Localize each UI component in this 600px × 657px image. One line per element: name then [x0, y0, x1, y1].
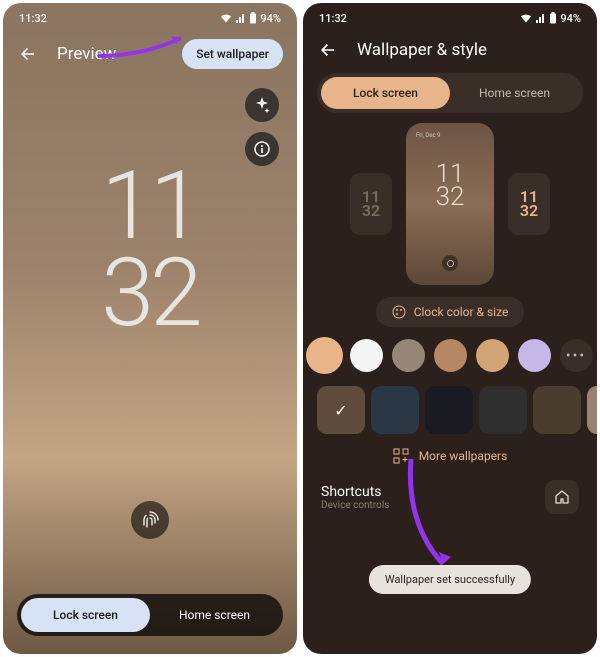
status-bar: 11:32 94% — [303, 3, 597, 33]
back-arrow-icon — [18, 44, 38, 64]
wallpaper-thumbnail[interactable] — [587, 386, 597, 434]
clock-style-preview-row: 1132 Fri, Dec 9 11 32 1132 — [303, 123, 597, 285]
back-button[interactable] — [317, 39, 339, 61]
signal-icon — [535, 13, 546, 24]
wifi-icon — [520, 13, 532, 24]
back-button[interactable] — [17, 43, 39, 65]
wallpaper-thumbnail[interactable] — [425, 386, 473, 434]
lock-clock: 11 32 — [101, 163, 198, 338]
mini-clock: 11 32 — [436, 163, 465, 210]
status-icons: 94% — [220, 12, 281, 25]
shortcuts-subtitle: Device controls — [321, 500, 389, 511]
fingerprint-icon — [140, 510, 160, 530]
mini-date: Fri, Dec 9 — [416, 132, 441, 139]
more-colors-button[interactable]: ••• — [560, 339, 593, 372]
battery-icon — [549, 12, 557, 24]
preview-tabs: Lock screen Home screen — [17, 594, 283, 636]
status-time: 11:32 — [319, 12, 347, 25]
tab-home-screen[interactable]: Home screen — [450, 77, 579, 109]
wallpaper-preview[interactable]: Fri, Dec 9 11 32 — [406, 123, 494, 285]
battery-pct: 94% — [260, 12, 281, 25]
app-bar: Wallpaper & style — [303, 33, 597, 67]
home-shortcut-button[interactable] — [545, 480, 579, 514]
screen-title: Wallpaper & style — [357, 40, 583, 60]
signal-icon — [235, 13, 246, 24]
tab-lock-screen[interactable]: Lock screen — [21, 598, 150, 632]
clock-minutes: 32 — [101, 250, 198, 337]
fingerprint-indicator[interactable] — [131, 501, 169, 539]
color-swatch[interactable] — [476, 339, 509, 372]
more-wallpapers-button[interactable]: More wallpapers — [317, 448, 583, 464]
battery-pct: 94% — [560, 12, 581, 25]
wallpaper-style-screen: 11:32 94% Wallpaper & style Lock screen … — [303, 3, 597, 654]
mini-fingerprint — [442, 255, 458, 271]
clock-style-option-right[interactable]: 1132 — [508, 173, 550, 235]
clock-hours: 11 — [101, 163, 198, 250]
screen-title: Preview — [57, 44, 164, 64]
battery-icon — [249, 12, 257, 24]
tab-home-screen[interactable]: Home screen — [150, 598, 279, 632]
wallpaper-thumbnail[interactable] — [479, 386, 527, 434]
wallpaper-thumbnail[interactable] — [317, 386, 365, 434]
info-button[interactable] — [245, 132, 279, 166]
clock-color-size-button[interactable]: Clock color & size — [376, 297, 525, 327]
back-arrow-icon — [318, 40, 338, 60]
status-icons: 94% — [520, 12, 581, 25]
set-wallpaper-button[interactable]: Set wallpaper — [182, 39, 283, 69]
surface-tabs: Lock screen Home screen — [317, 73, 583, 113]
toast-message: Wallpaper set successfully — [369, 565, 531, 594]
clock-style-option-left[interactable]: 1132 — [350, 173, 392, 235]
shortcuts-title: Shortcuts — [321, 484, 389, 500]
palette-icon — [392, 305, 406, 319]
fab-group — [245, 88, 279, 166]
shortcuts-section[interactable]: Shortcuts Device controls — [303, 474, 597, 520]
status-time: 11:32 — [19, 12, 47, 25]
wifi-icon — [220, 13, 232, 24]
color-swatch[interactable] — [434, 339, 467, 372]
sparkle-icon — [254, 97, 270, 113]
wallpaper-thumbnail[interactable] — [371, 386, 419, 434]
color-swatch[interactable] — [308, 339, 341, 372]
home-icon — [554, 489, 570, 505]
info-icon — [254, 141, 270, 157]
grid-icon — [393, 448, 409, 464]
status-bar: 11:32 94% — [3, 3, 297, 33]
tab-lock-screen[interactable]: Lock screen — [321, 77, 450, 109]
effects-button[interactable] — [245, 88, 279, 122]
color-swatch[interactable] — [392, 339, 425, 372]
color-swatch[interactable] — [350, 339, 383, 372]
preview-screen: 11:32 94% Preview Set wallpaper 11 32 Lo… — [3, 3, 297, 654]
wallpaper-thumbnails — [303, 386, 597, 434]
color-swatch[interactable] — [518, 339, 551, 372]
app-bar: Preview Set wallpaper — [3, 33, 297, 75]
wallpaper-thumbnail[interactable] — [533, 386, 581, 434]
color-swatches: ••• — [303, 339, 597, 372]
